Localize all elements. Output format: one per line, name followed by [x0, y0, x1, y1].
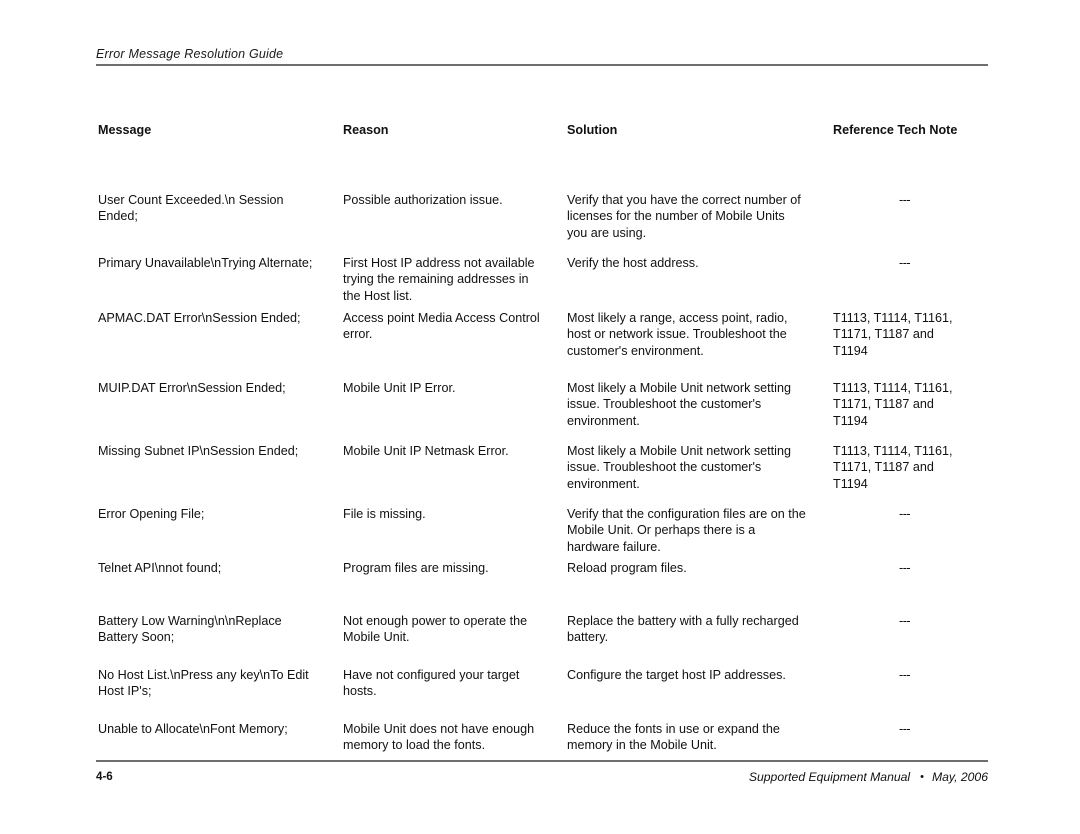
header-rule: [96, 64, 988, 66]
table-row: MUIP.DAT Error\nSession Ended; Mobile Uni…: [98, 380, 990, 444]
footer-rule: [96, 760, 988, 762]
cell-reference: ---: [899, 668, 911, 682]
cell-reference: ---: [899, 193, 911, 207]
cell-reference: T1113, T1114, T1161, T1171, T1187 and T1…: [833, 381, 953, 428]
cell-reason: Access point Media Access Control error.: [343, 311, 540, 342]
cell-message: User Count Exceeded.\n Session Ended;: [98, 193, 284, 224]
cell-reference: ---: [899, 614, 911, 628]
cell-message: Telnet API\nnot found;: [98, 561, 222, 575]
table-row: Battery Low Warning\n\nReplace Battery S…: [98, 613, 990, 667]
cell-reason: Mobile Unit IP Netmask Error.: [343, 444, 509, 458]
column-header-reason: Reason: [343, 123, 389, 137]
table-row: No Host List.\nPress any key\nTo Edit Ho…: [98, 667, 990, 721]
cell-solution: Verify that you have the correct number …: [567, 193, 801, 240]
table-row: Error Opening File; File is missing. Verif…: [98, 506, 990, 560]
cell-reference: T1113, T1114, T1161, T1171, T1187 and T1…: [833, 444, 953, 491]
cell-message: Unable to Allocate\nFont Memory;: [98, 722, 288, 736]
footer-manual-title: Supported Equipment Manual: [748, 770, 911, 784]
column-header-message: Message: [98, 123, 152, 137]
table-body: User Count Exceeded.\n Session Ended; Pos…: [98, 144, 990, 784]
cell-reason: Not enough power to operate the Mobile U…: [343, 614, 528, 645]
cell-reason: Mobile Unit IP Error.: [343, 381, 456, 395]
cell-message: No Host List.\nPress any key\nTo Edit Ho…: [98, 668, 309, 699]
cell-reason: First Host IP address not available tryi…: [343, 256, 535, 303]
cell-message: APMAC.DAT Error\nSession Ended;: [98, 311, 301, 325]
cell-solution: Configure the target host IP addresses.: [567, 668, 786, 682]
table-row: Telnet API\nnot found; Program files are …: [98, 560, 990, 608]
cell-solution: Most likely a range, access point, radio…: [567, 311, 788, 358]
cell-message: MUIP.DAT Error\nSession Ended;: [98, 381, 286, 395]
cell-solution: Most likely a Mobile Unit network settin…: [567, 381, 791, 428]
cell-reason: Program files are missing.: [343, 561, 489, 575]
footer-line: 4-6 Supported Equipment Manual • May, 2006: [96, 770, 988, 788]
footer-page-number: 4-6: [96, 770, 113, 783]
footer-manual-info: Supported Equipment Manual • May, 2006: [749, 770, 988, 784]
cell-reason: File is missing.: [343, 507, 426, 521]
cell-reference: T1113, T1114, T1161, T1171, T1187 and T1…: [833, 311, 953, 358]
table-row: APMAC.DAT Error\nSession Ended; Access po…: [98, 310, 990, 374]
table-row: Missing Subnet IP\nSession Ended; Mobile …: [98, 443, 990, 507]
cell-solution: Verify the host address.: [567, 256, 699, 270]
table-row: Primary Unavailable\nTrying Alternate; Fi…: [98, 255, 990, 310]
cell-message: Missing Subnet IP\nSession Ended;: [98, 444, 299, 458]
cell-reason: Have not configured your target hosts.: [343, 668, 520, 699]
column-header-reference-tech-note: Reference Tech Note: [833, 123, 958, 137]
cell-solution: Replace the battery with a fully recharg…: [567, 614, 799, 645]
page-footer: 4-6 Supported Equipment Manual • May, 2006: [96, 760, 988, 788]
column-header-solution: Solution: [567, 123, 618, 137]
footer-date: May, 2006: [931, 770, 988, 784]
cell-reference: ---: [899, 561, 911, 575]
cell-message: Primary Unavailable\nTrying Alternate;: [98, 256, 313, 270]
bullet-separator-icon: •: [920, 771, 924, 783]
cell-message: Battery Low Warning\n\nReplace Battery S…: [98, 614, 282, 645]
cell-solution: Verify that the configuration files are …: [567, 507, 806, 554]
cell-reason: Possible authorization issue.: [343, 193, 503, 207]
cell-solution: Reduce the fonts in use or expand the me…: [567, 722, 780, 753]
cell-solution: Most likely a Mobile Unit network settin…: [567, 444, 791, 491]
page-header: Error Message Resolution Guide: [96, 46, 988, 66]
cell-reference: ---: [899, 722, 911, 736]
error-message-table: Message Reason Solution Reference Tech N…: [98, 122, 990, 784]
cell-reference: ---: [899, 256, 911, 270]
table-row: User Count Exceeded.\n Session Ended; Pos…: [98, 192, 990, 252]
cell-reference: ---: [899, 507, 911, 521]
table-header-row: Message Reason Solution Reference Tech N…: [98, 122, 990, 144]
running-header-title: Error Message Resolution Guide: [96, 47, 284, 61]
cell-reason: Mobile Unit does not have enough memory …: [343, 722, 535, 753]
cell-solution: Reload program files.: [567, 561, 687, 575]
cell-message: Error Opening File;: [98, 507, 205, 521]
document-page: Error Message Resolution Guide Message R…: [0, 0, 1080, 834]
